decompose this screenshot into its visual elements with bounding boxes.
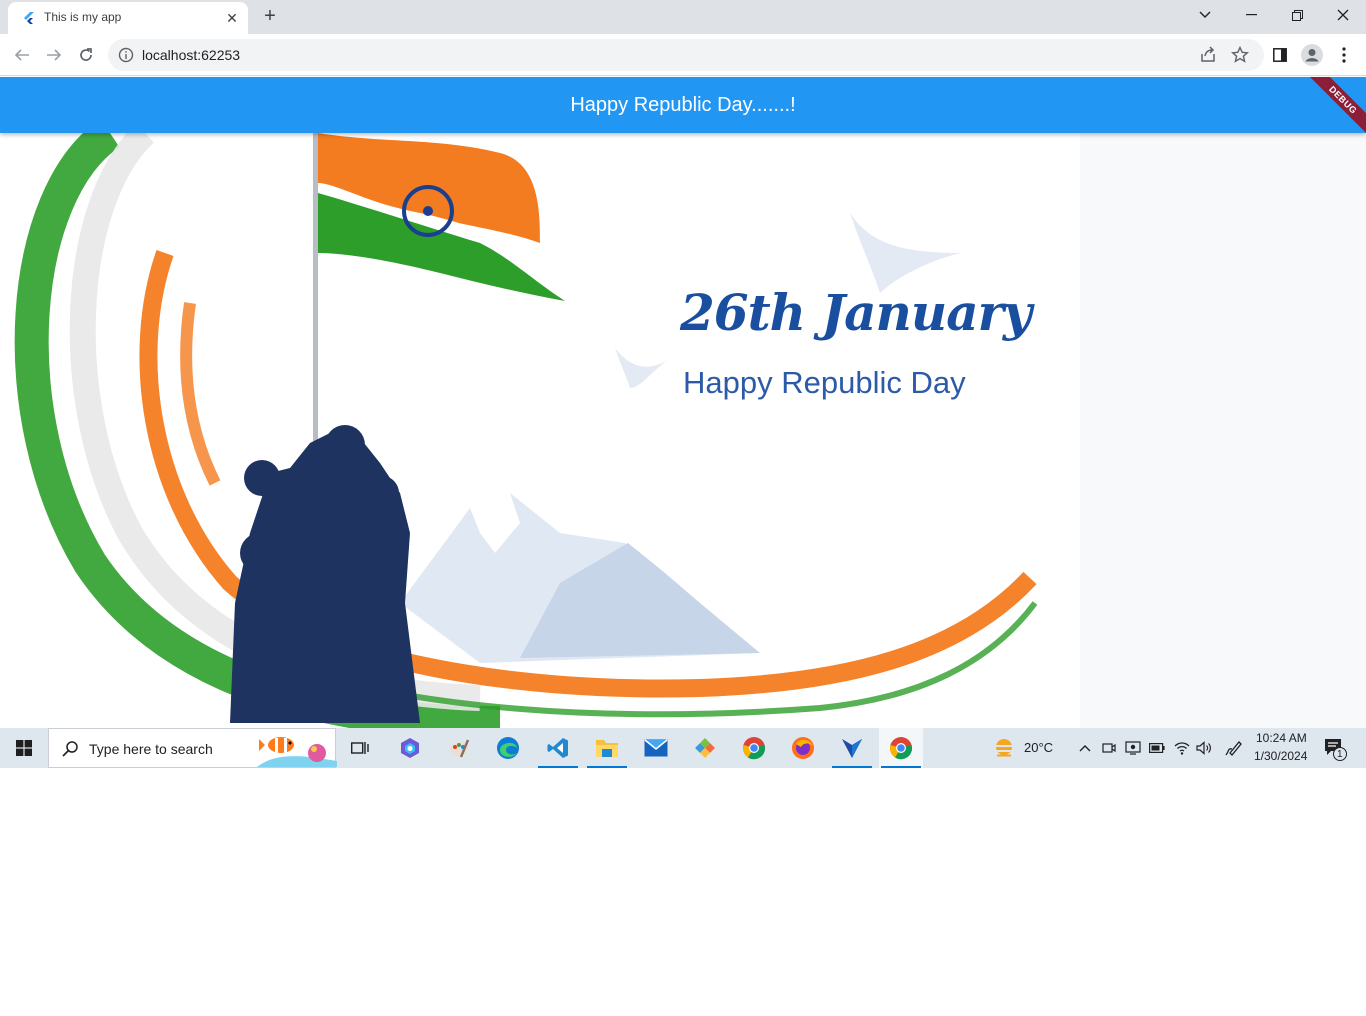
- browser-tab[interactable]: This is my app ✕: [8, 2, 248, 34]
- flutter-icon: [24, 12, 34, 24]
- mail-icon[interactable]: [634, 728, 678, 768]
- copilot-icon[interactable]: [388, 728, 432, 768]
- taskbar-search-box[interactable]: Type here to search: [48, 728, 337, 768]
- security-center-icon[interactable]: [1123, 738, 1143, 758]
- side-panel-icon[interactable]: [1268, 43, 1292, 67]
- search-placeholder: Type here to search: [89, 741, 213, 757]
- file-explorer-icon[interactable]: [585, 728, 629, 768]
- weather-sun-haze-icon: [994, 739, 1014, 757]
- chrome-active-icon[interactable]: [879, 728, 923, 768]
- vpn-app-icon[interactable]: [830, 728, 874, 768]
- clock-time[interactable]: 10:24 AM: [1256, 731, 1307, 745]
- hero-subheading: Happy Republic Day: [683, 365, 966, 400]
- wifi-icon[interactable]: [1172, 738, 1192, 758]
- address-bar[interactable]: localhost:62253: [108, 39, 1264, 71]
- browser-toolbar: localhost:62253: [0, 34, 1366, 76]
- republic-day-image: 26th January Happy Republic Day: [0, 133, 1080, 728]
- app-bar: Happy Republic Day.......! DEBUG: [0, 77, 1366, 133]
- reload-icon[interactable]: [73, 42, 99, 68]
- notification-count: 1: [1337, 749, 1343, 760]
- vscode-icon[interactable]: [536, 728, 580, 768]
- task-view-icon[interactable]: [338, 728, 382, 768]
- weather-temperature[interactable]: 20°C: [1024, 740, 1053, 755]
- search-highlight-fish-icon: [257, 737, 337, 767]
- chrome-icon[interactable]: [732, 728, 776, 768]
- forward-icon[interactable]: [41, 42, 67, 68]
- new-tab-button[interactable]: +: [258, 4, 282, 28]
- git-app-icon[interactable]: [683, 728, 727, 768]
- tab-close-icon[interactable]: ✕: [222, 8, 242, 28]
- volume-icon[interactable]: [1194, 738, 1214, 758]
- minimize-icon[interactable]: [1228, 0, 1274, 30]
- tab-search-icon[interactable]: [1182, 0, 1228, 30]
- firefox-icon[interactable]: [781, 728, 825, 768]
- bookmark-star-icon[interactable]: [1231, 46, 1249, 64]
- back-icon[interactable]: [9, 42, 35, 68]
- pen-workspace-icon[interactable]: [1223, 738, 1243, 758]
- chevron-up-icon[interactable]: [1075, 738, 1095, 758]
- share-icon[interactable]: [1199, 46, 1217, 64]
- site-info-icon[interactable]: [118, 47, 134, 63]
- hero-heading: 26th January: [680, 283, 1032, 342]
- paint-icon[interactable]: [437, 728, 481, 768]
- meet-now-icon[interactable]: [1099, 738, 1119, 758]
- windows-taskbar: Type here to search 20°C 10:24 AM 1/30/2…: [0, 728, 1366, 768]
- edge-icon[interactable]: [486, 728, 530, 768]
- notification-center-icon[interactable]: [1318, 734, 1350, 762]
- close-window-icon[interactable]: [1320, 0, 1366, 30]
- browser-tab-strip: This is my app ✕ +: [0, 0, 1366, 34]
- restore-icon[interactable]: [1274, 0, 1320, 30]
- clock-date[interactable]: 1/30/2024: [1254, 749, 1307, 763]
- windows-start-icon[interactable]: [0, 728, 48, 768]
- tab-title: This is my app: [44, 10, 122, 24]
- menu-kebab-icon[interactable]: [1332, 43, 1356, 67]
- republic-day-illustration: [14, 133, 1038, 728]
- app-body: 26th January Happy Republic Day: [0, 133, 1366, 728]
- profile-avatar-icon[interactable]: [1300, 43, 1324, 67]
- search-icon: [62, 741, 78, 757]
- app-bar-title: Happy Republic Day.......!: [570, 94, 796, 116]
- battery-icon[interactable]: [1147, 738, 1167, 758]
- url-text[interactable]: localhost:62253: [142, 47, 240, 63]
